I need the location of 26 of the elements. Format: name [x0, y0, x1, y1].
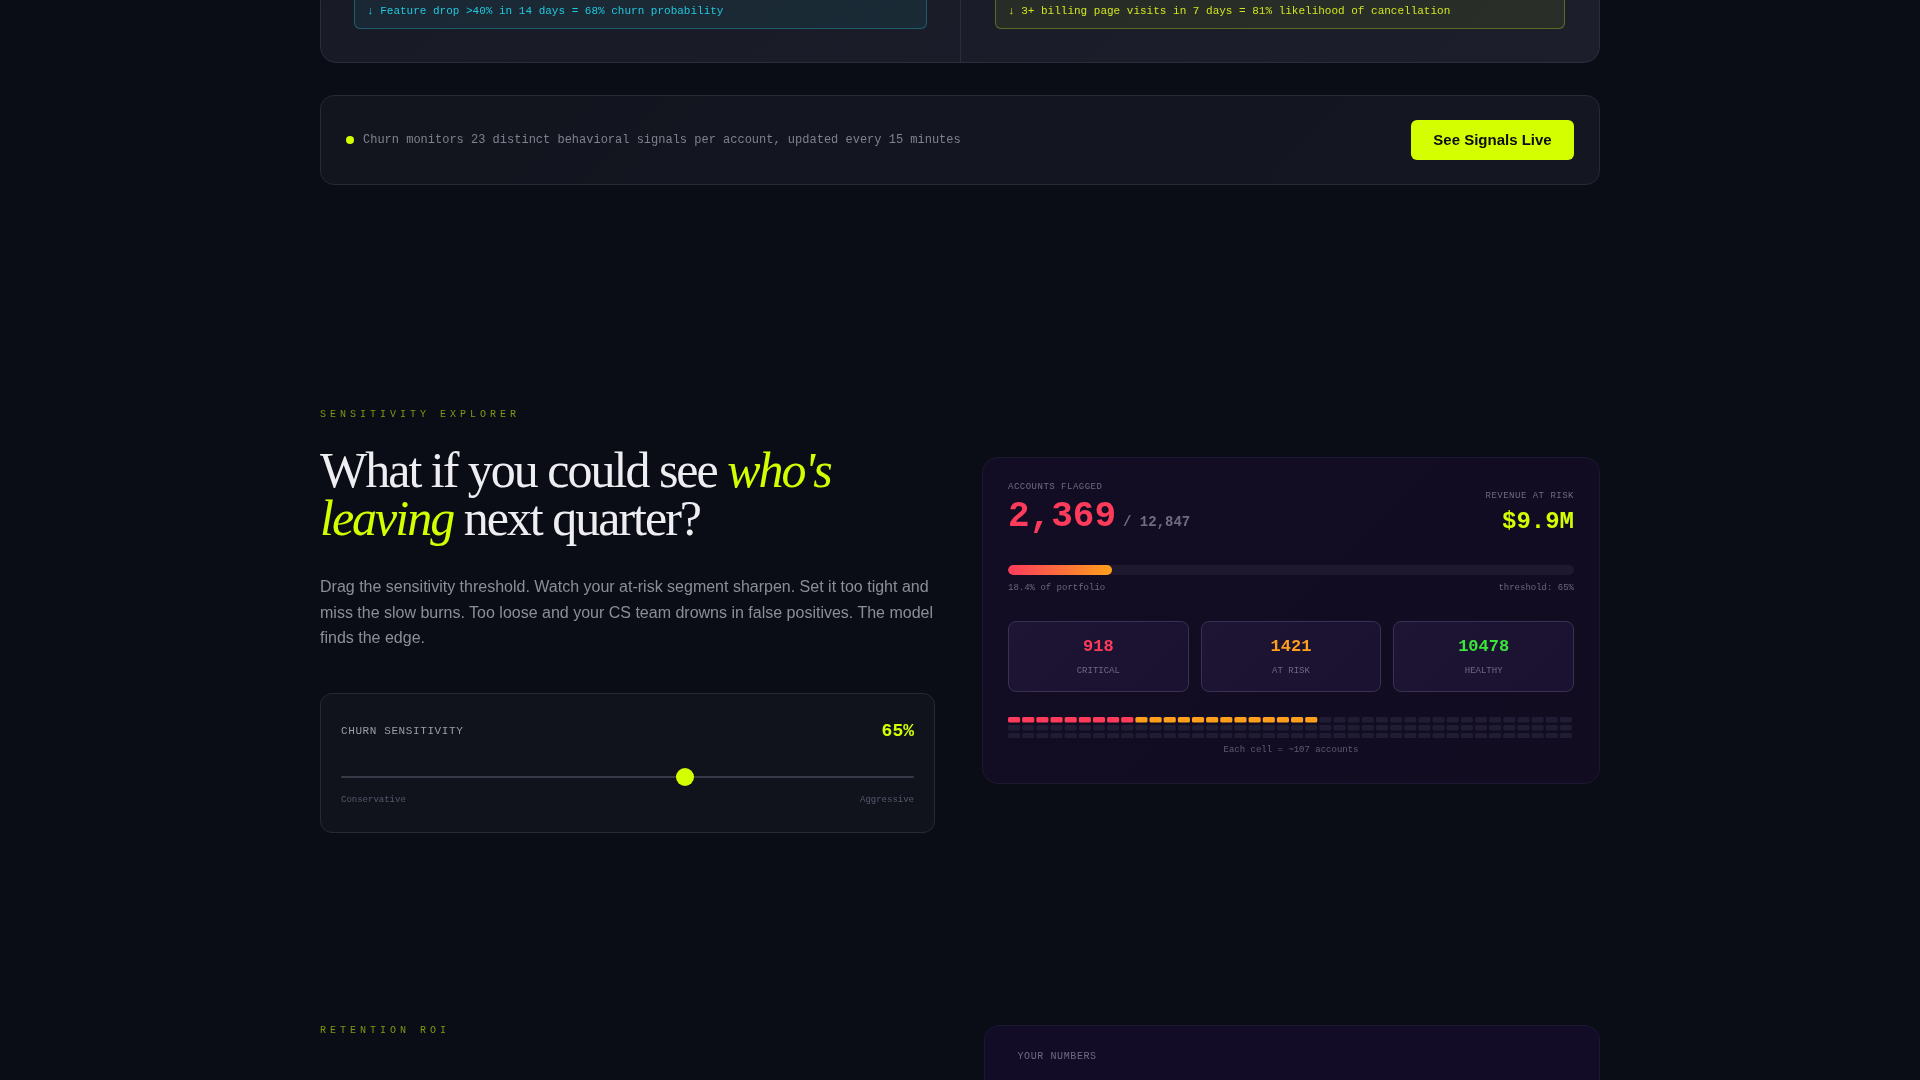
- slider-thumb[interactable]: [675, 767, 694, 786]
- total-count: / 12,847: [1123, 512, 1191, 532]
- slider-label: CHURN SENSITIVITY: [341, 723, 464, 739]
- slider-min-label: Conservative: [341, 793, 406, 806]
- tier-label: CRITICAL: [1075, 664, 1121, 677]
- tier-label: HEALTHY: [1463, 664, 1504, 677]
- threshold-label: threshold: 65%: [1498, 581, 1574, 594]
- section-eyebrow: SENSITIVITY EXPLORER: [320, 408, 522, 422]
- cell-grid-caption: Each cell = ~107 accounts: [1222, 744, 1360, 757]
- tier-count: 1421: [1269, 635, 1313, 658]
- live-dot-icon: [346, 136, 354, 144]
- revenue-value: $9.9M: [1501, 506, 1574, 537]
- signals-summary: Churn monitors 23 distinct behavioral signals per account, updated every 15 minutes: [363, 132, 961, 149]
- see-signals-button[interactable]: See Signals Live: [1411, 120, 1574, 160]
- flagged-label: ACCOUNTS FLAGGED: [1008, 480, 1104, 493]
- flagged-count: 2,369: [1008, 496, 1117, 537]
- panel-label: YOUR NUMBERS: [1017, 1049, 1098, 1064]
- tier-count: 10478: [1457, 635, 1511, 658]
- slider-value: 65%: [881, 719, 914, 743]
- portfolio-share: 18.4% of portfolio: [1008, 581, 1106, 594]
- section-eyebrow: RETENTION ROI: [320, 1023, 451, 1038]
- revenue-label: REVENUE AT RISK: [1485, 489, 1574, 502]
- tier-label: AT RISK: [1271, 664, 1311, 677]
- tier-count: 918: [1082, 635, 1115, 658]
- slider-max-label: Aggressive: [860, 793, 914, 806]
- section-description: Drag the sensitivity threshold. Watch your at-risk segment sharpen. Set it too tight and miss the slow burns. Too loose and your CS team drowns in false positives. The model finds the edge.: [320, 577, 935, 649]
